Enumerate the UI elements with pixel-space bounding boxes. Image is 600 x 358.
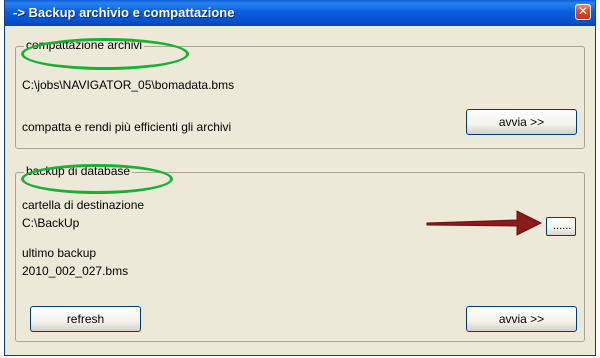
title-bar[interactable]: -> Backup archivio e compattazione ✕ xyxy=(5,0,595,26)
archive-path: C:\jobs\NAVIGATOR_05\bomadata.bms xyxy=(22,78,235,92)
refresh-button[interactable]: refresh xyxy=(30,306,141,332)
compaction-description: compatta e rendi più efficienti gli arch… xyxy=(22,120,232,134)
window-title: -> Backup archivio e compattazione xyxy=(13,5,235,20)
last-backup-label: ultimo backup xyxy=(22,246,97,260)
backup-dialog: -> Backup archivio e compattazione ✕ com… xyxy=(4,0,596,356)
compaction-group-legend: compattazione archivi xyxy=(24,38,145,52)
backup-group-legend: backup di database xyxy=(24,164,133,178)
destination-folder-value: C:\BackUp xyxy=(22,216,80,230)
browse-folder-button[interactable]: ...... xyxy=(546,217,576,236)
close-button[interactable]: ✕ xyxy=(575,4,591,20)
close-icon: ✕ xyxy=(577,4,589,18)
destination-folder-label: cartella di destinazione xyxy=(22,198,145,212)
last-backup-value: 2010_002_027.bms xyxy=(22,264,129,278)
backup-run-button[interactable]: avvia >> xyxy=(466,306,577,332)
compaction-run-button[interactable]: avvia >> xyxy=(466,109,577,135)
pointer-arrow-icon xyxy=(426,210,543,236)
